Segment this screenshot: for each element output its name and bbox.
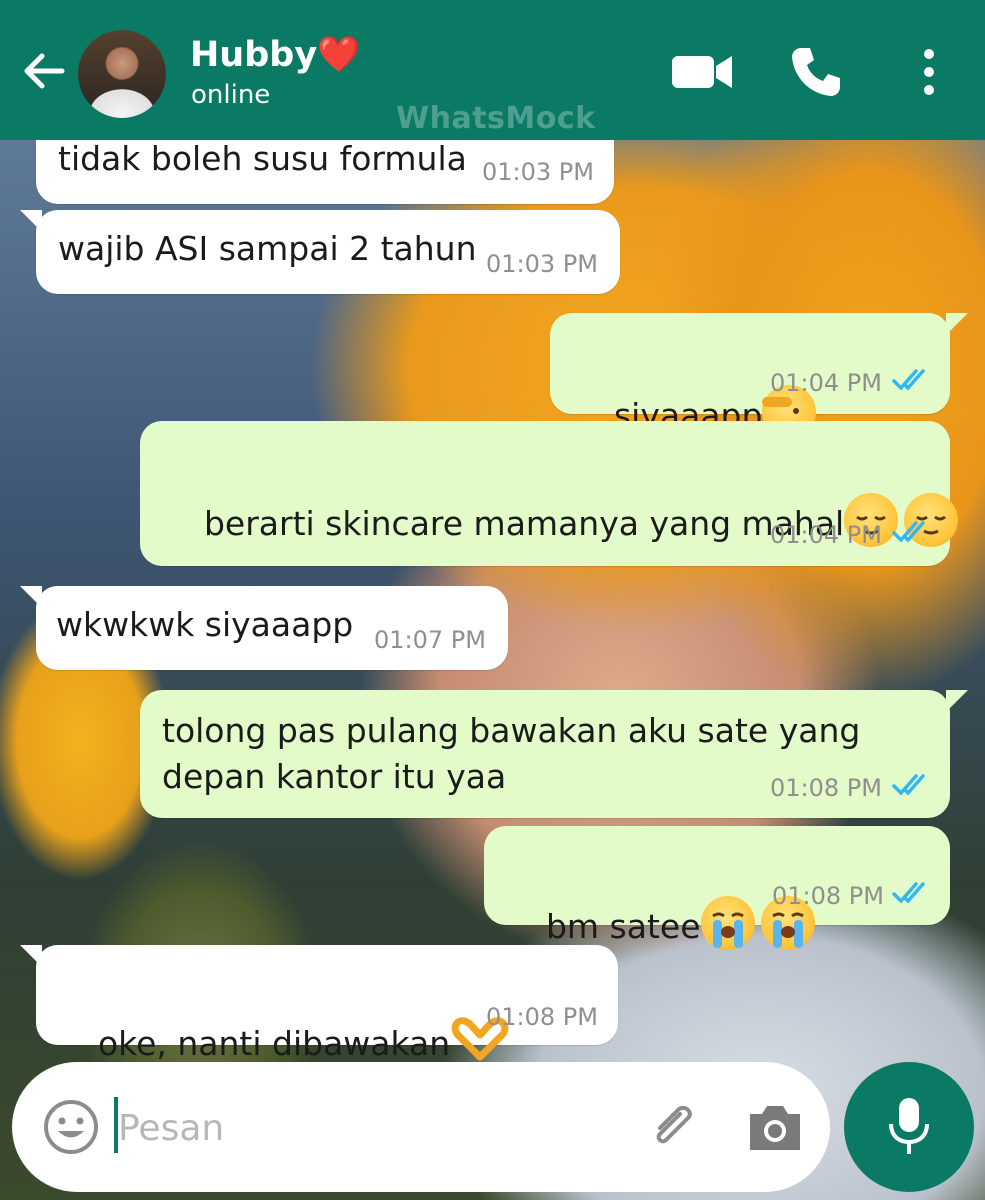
message-time: 01:04 PM (770, 521, 882, 549)
message-time: 01:08 PM (772, 882, 884, 910)
message-bubble-incoming[interactable]: wkwkwk siyaaapp 01:07 PM (36, 586, 508, 670)
attach-button[interactable] (644, 1098, 704, 1158)
contact-avatar[interactable] (76, 28, 168, 120)
message-bubble-outgoing[interactable]: bm satee 01:08 PM (484, 826, 950, 950)
loudly-crying-face-icon (700, 896, 755, 950)
read-receipt-icon (892, 774, 925, 796)
paperclip-icon (656, 1105, 692, 1144)
message-time: 01:04 PM (770, 369, 882, 397)
message-text: tidak boleh susu formula (58, 139, 467, 178)
video-call-button[interactable] (670, 42, 734, 102)
camera-icon (750, 1106, 800, 1150)
phone-icon (792, 48, 840, 96)
message-text: tolong pas pulang bawakan aku sate yang … (162, 711, 861, 796)
message-time: 01:03 PM (482, 158, 594, 186)
message-bubble-outgoing[interactable]: berarti skincare mamanya yang mahal 01:0… (140, 421, 959, 566)
message-bubble-outgoing[interactable]: tolong pas pulang bawakan aku sate yang … (140, 690, 950, 818)
message-time: 01:03 PM (486, 250, 598, 278)
smiley-icon (44, 1100, 98, 1154)
message-text-content: oke, nanti dibawakan (97, 1024, 451, 1063)
message-time: 01:08 PM (770, 774, 882, 802)
contact-name[interactable]: Hubby❤️ (190, 34, 361, 75)
arrow-left-icon (24, 53, 65, 89)
read-receipt-icon (892, 521, 925, 543)
microphone-icon (889, 1098, 929, 1154)
message-text: berarti skincare mamanya yang mahal (162, 447, 959, 593)
video-camera-icon (672, 56, 732, 88)
message-bubble-incoming[interactable]: oke, nanti dibawakan 01:08 PM (36, 945, 618, 1063)
watermark: WhatsMock (396, 101, 596, 136)
voice-message-button[interactable] (844, 1062, 974, 1192)
message-text: wajib ASI sampai 2 tahun (58, 229, 477, 268)
contact-status: online (191, 80, 271, 110)
message-bubble-incoming[interactable]: wajib ASI sampai 2 tahun 01:03 PM (36, 210, 620, 294)
back-button[interactable] (18, 46, 68, 96)
read-receipt-icon (892, 882, 925, 904)
more-options-button[interactable] (905, 42, 953, 102)
message-time: 01:07 PM (374, 626, 486, 654)
vertical-dots-icon (924, 49, 934, 95)
message-time: 01:08 PM (486, 1003, 598, 1031)
voice-call-button[interactable] (786, 42, 850, 102)
camera-button[interactable] (744, 1100, 806, 1156)
message-text: wkwkwk siyaaapp (56, 605, 354, 644)
message-input[interactable] (116, 1102, 620, 1154)
emoji-button[interactable] (42, 1098, 100, 1156)
read-receipt-icon (892, 369, 925, 391)
message-text-content: bm satee (545, 907, 701, 946)
message-composer (12, 1062, 830, 1192)
message-text-content: berarti skincare mamanya yang mahal (203, 504, 845, 543)
message-bubble-outgoing[interactable]: siyaaapp 01:04 PM (550, 313, 950, 439)
